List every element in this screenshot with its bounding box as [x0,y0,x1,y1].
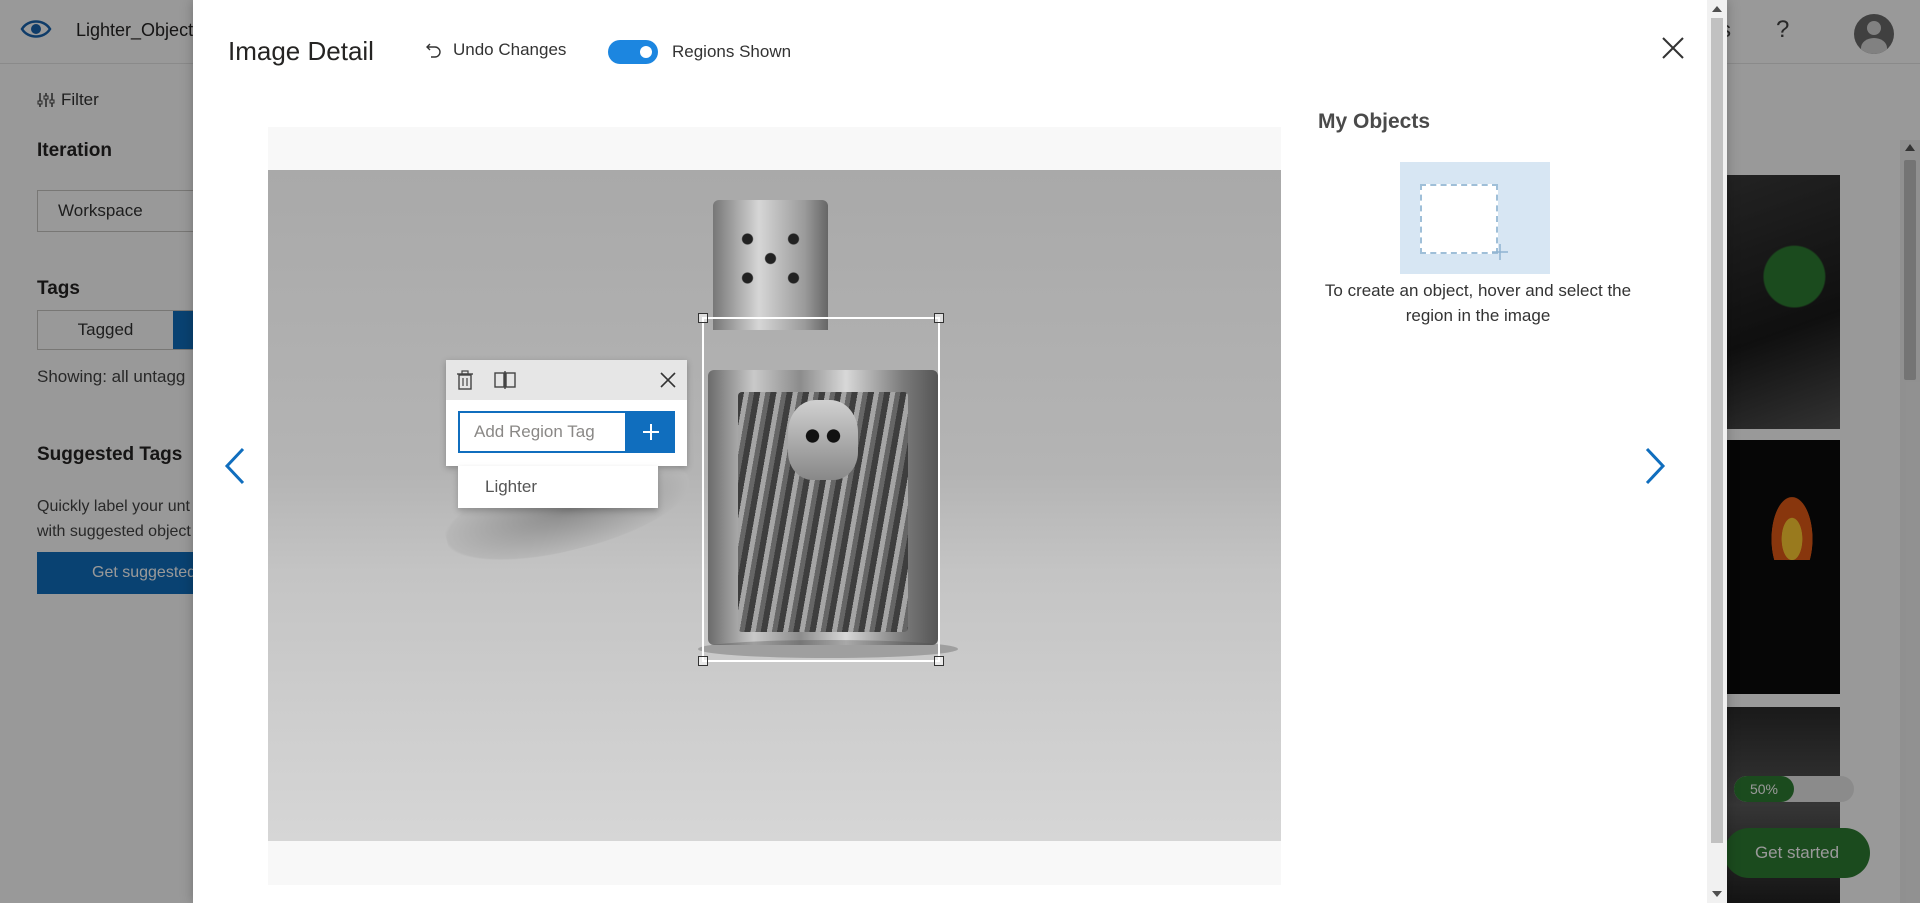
chevron-left-icon[interactable] [223,446,247,486]
region-box[interactable] [698,313,944,666]
my-objects-hint: To create an object, hover and select th… [1324,281,1632,325]
plus-icon [643,424,659,440]
resize-handle[interactable] [934,656,944,666]
region-tag-popup [446,360,687,466]
image-detail-modal: Image Detail Undo Changes Regions Shown [193,0,1727,903]
toggle-switch[interactable] [608,40,658,64]
chevron-right-icon[interactable] [1643,446,1667,486]
close-icon[interactable] [658,370,678,390]
resize-handle[interactable] [934,313,944,323]
image-canvas[interactable]: Lighter [268,127,1281,885]
create-object-illustration [1400,162,1550,274]
tag-suggestion-item[interactable]: Lighter [458,466,658,508]
dashed-region-icon [1420,184,1498,254]
scrollbar-thumb[interactable] [1711,18,1723,843]
resize-handle[interactable] [698,656,708,666]
lighter-chimney [713,200,828,330]
region-toolbar [446,360,687,400]
close-icon[interactable] [1659,34,1687,62]
add-tag-button[interactable] [627,411,675,453]
region-tag-input[interactable] [458,411,627,453]
scroll-up-icon[interactable] [1712,6,1722,12]
undo-icon [426,43,441,58]
resize-handle[interactable] [698,313,708,323]
compare-icon[interactable] [494,370,516,390]
regions-shown-toggle[interactable]: Regions Shown [608,40,791,64]
scroll-down-icon[interactable] [1712,891,1722,897]
modal-title: Image Detail [228,36,374,66]
my-objects-heading: My Objects [1318,110,1431,133]
delete-icon[interactable] [456,370,474,390]
plus-icon [1492,244,1508,260]
undo-changes-label: Undo Changes [453,40,567,59]
undo-changes-button[interactable]: Undo Changes [425,40,566,60]
modal-scrollbar[interactable] [1707,0,1727,903]
my-objects-panel: My Objects To create an object, hover an… [1318,110,1631,325]
regions-shown-label: Regions Shown [672,42,792,61]
